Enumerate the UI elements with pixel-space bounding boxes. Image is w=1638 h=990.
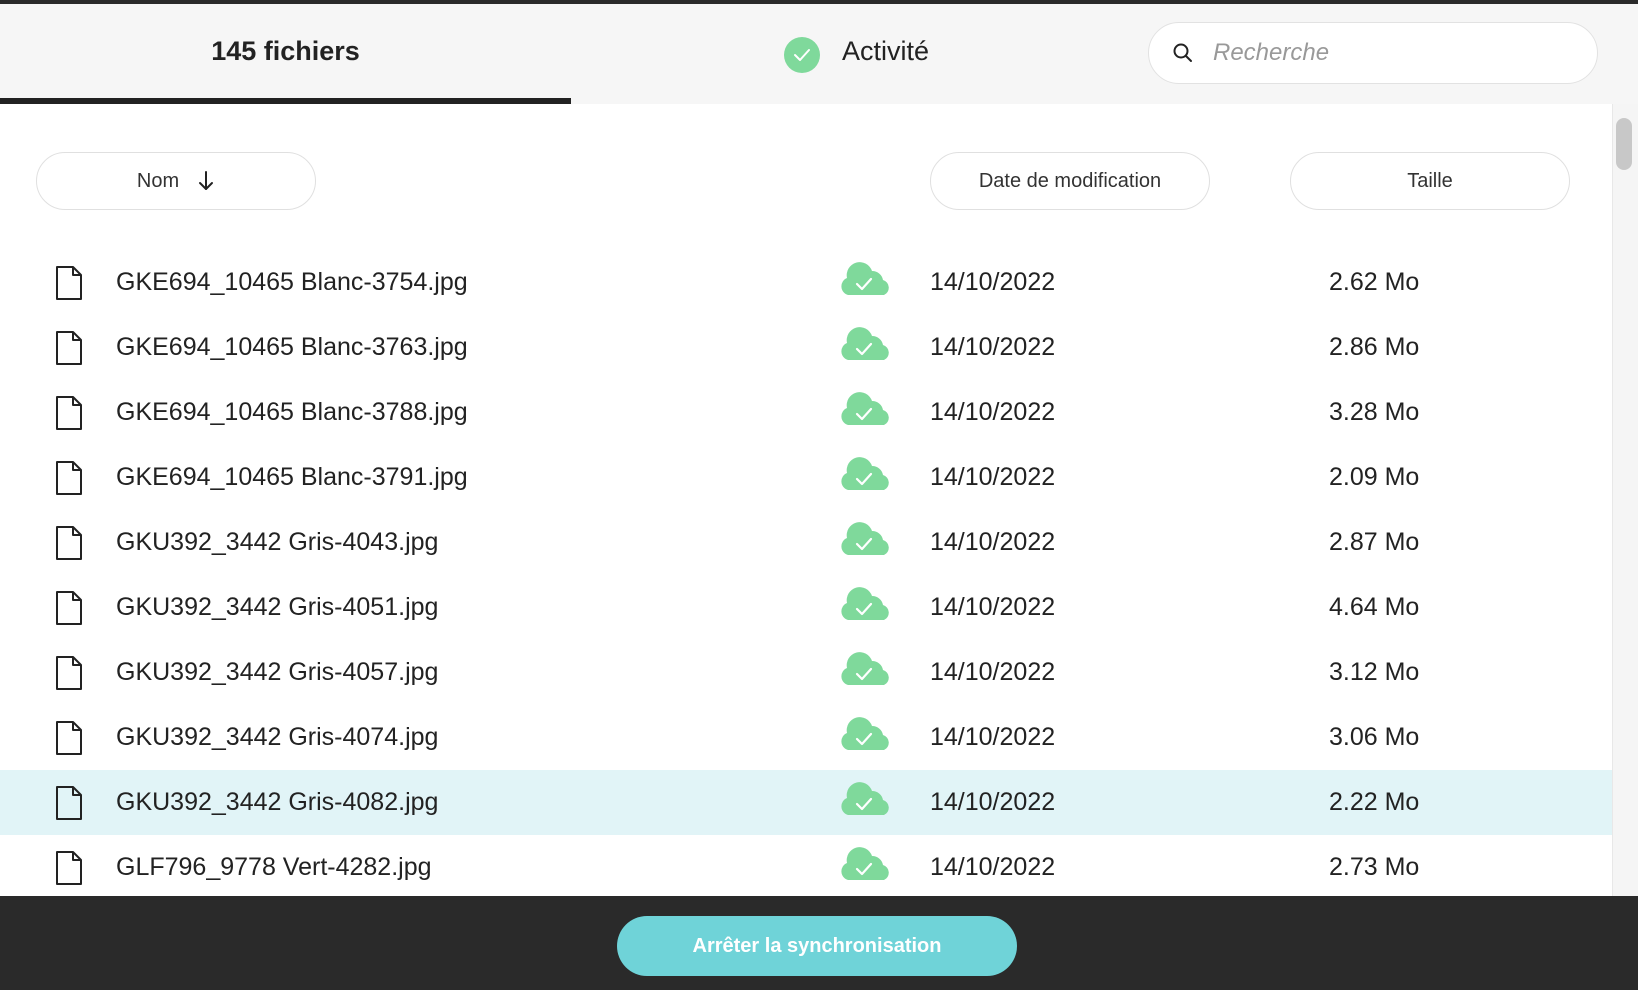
tab-files-label: 145 fichiers xyxy=(211,35,360,66)
cloud-check-icon xyxy=(838,587,892,623)
cloud-check-icon xyxy=(838,327,892,363)
file-size: 3.06 Mo xyxy=(1329,723,1420,751)
column-header-size-label: Taille xyxy=(1407,169,1453,192)
file-size: 2.87 Mo xyxy=(1329,528,1420,556)
file-name: GKU392_3442 Gris-4051.jpg xyxy=(116,593,439,621)
column-header-date[interactable]: Date de modification xyxy=(930,152,1210,210)
file-icon xyxy=(55,266,83,300)
file-date: 14/10/2022 xyxy=(930,463,1056,491)
file-size: 3.28 Mo xyxy=(1329,398,1420,426)
file-row[interactable]: GKE694_10465 Blanc-3791.jpg 14/10/2022 2… xyxy=(0,445,1612,510)
file-rows: GKE694_10465 Blanc-3754.jpg 14/10/2022 2… xyxy=(0,250,1612,896)
column-header-name-label: Nom xyxy=(136,169,180,192)
file-name: GKE694_10465 Blanc-3788.jpg xyxy=(116,398,468,426)
column-header-name[interactable]: Nom xyxy=(36,152,316,210)
file-size: 3.12 Mo xyxy=(1329,658,1420,686)
file-date: 14/10/2022 xyxy=(930,658,1056,686)
file-row[interactable]: GKU392_3442 Gris-4074.jpg 14/10/2022 3.0… xyxy=(0,705,1612,770)
file-row[interactable]: GKE694_10465 Blanc-3754.jpg 14/10/2022 2… xyxy=(0,250,1612,315)
file-date: 14/10/2022 xyxy=(930,723,1056,751)
tab-files[interactable]: 145 fichiers xyxy=(0,4,571,104)
file-date: 14/10/2022 xyxy=(930,333,1056,361)
column-header-size[interactable]: Taille xyxy=(1290,152,1570,210)
file-date: 14/10/2022 xyxy=(930,853,1056,881)
file-name: GKU392_3442 Gris-4074.jpg xyxy=(116,723,439,751)
file-size: 2.62 Mo xyxy=(1329,268,1420,296)
file-date: 14/10/2022 xyxy=(930,268,1056,296)
cloud-check-icon xyxy=(838,262,892,298)
file-size: 4.64 Mo xyxy=(1329,593,1420,621)
file-row[interactable]: GKU392_3442 Gris-4043.jpg 14/10/2022 2.8… xyxy=(0,510,1612,575)
file-size: 2.86 Mo xyxy=(1329,333,1420,361)
file-name: GKE694_10465 Blanc-3754.jpg xyxy=(116,268,468,296)
cloud-check-icon xyxy=(838,652,892,688)
header-bar: 145 fichiers Activité xyxy=(0,4,1638,104)
scrollbar-track[interactable] xyxy=(1612,104,1638,896)
check-circle-icon xyxy=(784,37,820,73)
search-input[interactable] xyxy=(1211,38,1575,68)
file-date: 14/10/2022 xyxy=(930,398,1056,426)
tab-activity[interactable]: Activité xyxy=(784,4,929,104)
file-icon xyxy=(55,591,83,625)
file-size: 2.09 Mo xyxy=(1329,463,1420,491)
file-icon xyxy=(55,786,83,820)
arrow-down-icon xyxy=(197,170,215,192)
file-name: GKU392_3442 Gris-4082.jpg xyxy=(116,788,439,816)
file-size: 2.22 Mo xyxy=(1329,788,1420,816)
file-icon xyxy=(55,851,83,885)
file-row[interactable]: GLF796_9778 Vert-4282.jpg 14/10/2022 2.7… xyxy=(0,835,1612,896)
file-row[interactable]: GKE694_10465 Blanc-3788.jpg 14/10/2022 3… xyxy=(0,380,1612,445)
file-name: GKU392_3442 Gris-4057.jpg xyxy=(116,658,439,686)
file-name: GLF796_9778 Vert-4282.jpg xyxy=(116,853,432,881)
footer-bar: Arrêter la synchronisation xyxy=(0,896,1638,990)
cloud-check-icon xyxy=(838,717,892,753)
cloud-check-icon xyxy=(838,847,892,883)
file-row[interactable]: GKE694_10465 Blanc-3763.jpg 14/10/2022 2… xyxy=(0,315,1612,380)
search-box[interactable] xyxy=(1148,22,1598,84)
file-date: 14/10/2022 xyxy=(930,593,1056,621)
cloud-check-icon xyxy=(838,457,892,493)
stop-sync-button[interactable]: Arrêter la synchronisation xyxy=(617,916,1017,976)
file-icon xyxy=(55,396,83,430)
search-icon xyxy=(1171,41,1195,65)
file-date: 14/10/2022 xyxy=(930,528,1056,556)
file-row[interactable]: GKU392_3442 Gris-4051.jpg 14/10/2022 4.6… xyxy=(0,575,1612,640)
file-icon xyxy=(55,656,83,690)
cloud-check-icon xyxy=(838,522,892,558)
file-icon xyxy=(55,331,83,365)
cloud-check-icon xyxy=(838,782,892,818)
tab-activity-label: Activité xyxy=(842,35,930,66)
file-row-selected[interactable]: GKU392_3442 Gris-4082.jpg 14/10/2022 2.2… xyxy=(0,770,1612,835)
file-date: 14/10/2022 xyxy=(930,788,1056,816)
file-icon xyxy=(55,461,83,495)
column-header-date-label: Date de modification xyxy=(978,169,1162,192)
file-size: 2.73 Mo xyxy=(1329,853,1420,881)
file-icon xyxy=(55,526,83,560)
file-name: GKE694_10465 Blanc-3763.jpg xyxy=(116,333,468,361)
scrollbar-thumb[interactable] xyxy=(1616,118,1632,170)
file-icon xyxy=(55,721,83,755)
cloud-check-icon xyxy=(838,392,892,428)
file-name: GKU392_3442 Gris-4043.jpg xyxy=(116,528,439,556)
file-row[interactable]: GKU392_3442 Gris-4057.jpg 14/10/2022 3.1… xyxy=(0,640,1612,705)
file-list-area[interactable]: Nom Date de modification Taille GKE694_1… xyxy=(0,104,1612,896)
file-name: GKE694_10465 Blanc-3791.jpg xyxy=(116,463,468,491)
